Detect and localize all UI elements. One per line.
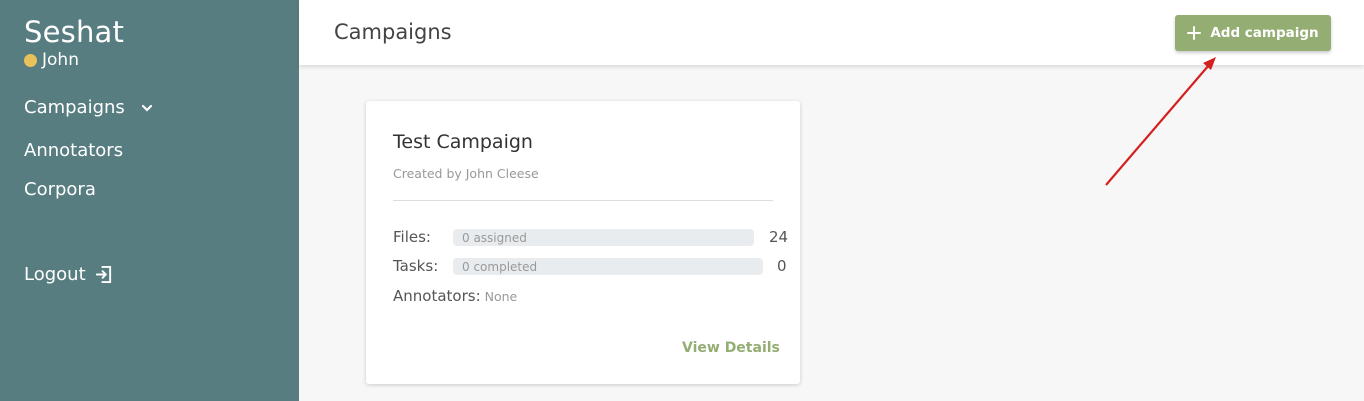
add-campaign-button[interactable]: Add campaign [1175, 15, 1331, 51]
files-count: 24 [769, 228, 789, 246]
header: Campaigns Add campaign [299, 0, 1364, 65]
sidebar-item-logout[interactable]: Logout [24, 264, 113, 285]
view-details-link[interactable]: View Details [682, 340, 780, 356]
sidebar-item-label: Annotators [24, 140, 124, 161]
plus-icon [1187, 26, 1202, 40]
brand-logo: Seshat [24, 15, 125, 49]
sidebar-item-label: Logout [24, 264, 86, 285]
sidebar-item-annotators[interactable]: Annotators [24, 140, 123, 161]
campaign-title: Test Campaign [393, 131, 533, 153]
sidebar-item-label: Campaigns [24, 97, 125, 118]
sidebar-item-corpora[interactable]: Corpora [24, 179, 96, 200]
files-progress-bar: 0 assigned [453, 229, 754, 246]
campaign-card: Test Campaign Created by John Cleese Fil… [366, 101, 800, 384]
annotators-value: None [484, 289, 518, 304]
logout-icon [95, 265, 111, 284]
sidebar-item-campaigns[interactable]: Campaigns [24, 97, 153, 118]
annotators-label: Annotators: [393, 287, 481, 305]
user-status-dot [24, 53, 37, 67]
tasks-progress-bar: 0 completed [453, 258, 763, 275]
current-user: John [24, 50, 79, 70]
user-name: John [42, 50, 79, 70]
annotators-row: Annotators: None [393, 287, 517, 305]
files-label: Files: [393, 228, 431, 246]
campaign-creator: Created by John Cleese [393, 166, 539, 181]
card-divider [393, 200, 773, 201]
tasks-count: 0 [777, 257, 787, 275]
sidebar-item-label: Corpora [24, 179, 96, 200]
chevron-down-icon [141, 104, 152, 112]
page-title: Campaigns [334, 20, 452, 44]
tasks-label: Tasks: [393, 257, 439, 275]
add-campaign-label: Add campaign [1210, 25, 1319, 41]
sidebar: Seshat John Campaigns Annotators Corpora… [0, 0, 299, 401]
